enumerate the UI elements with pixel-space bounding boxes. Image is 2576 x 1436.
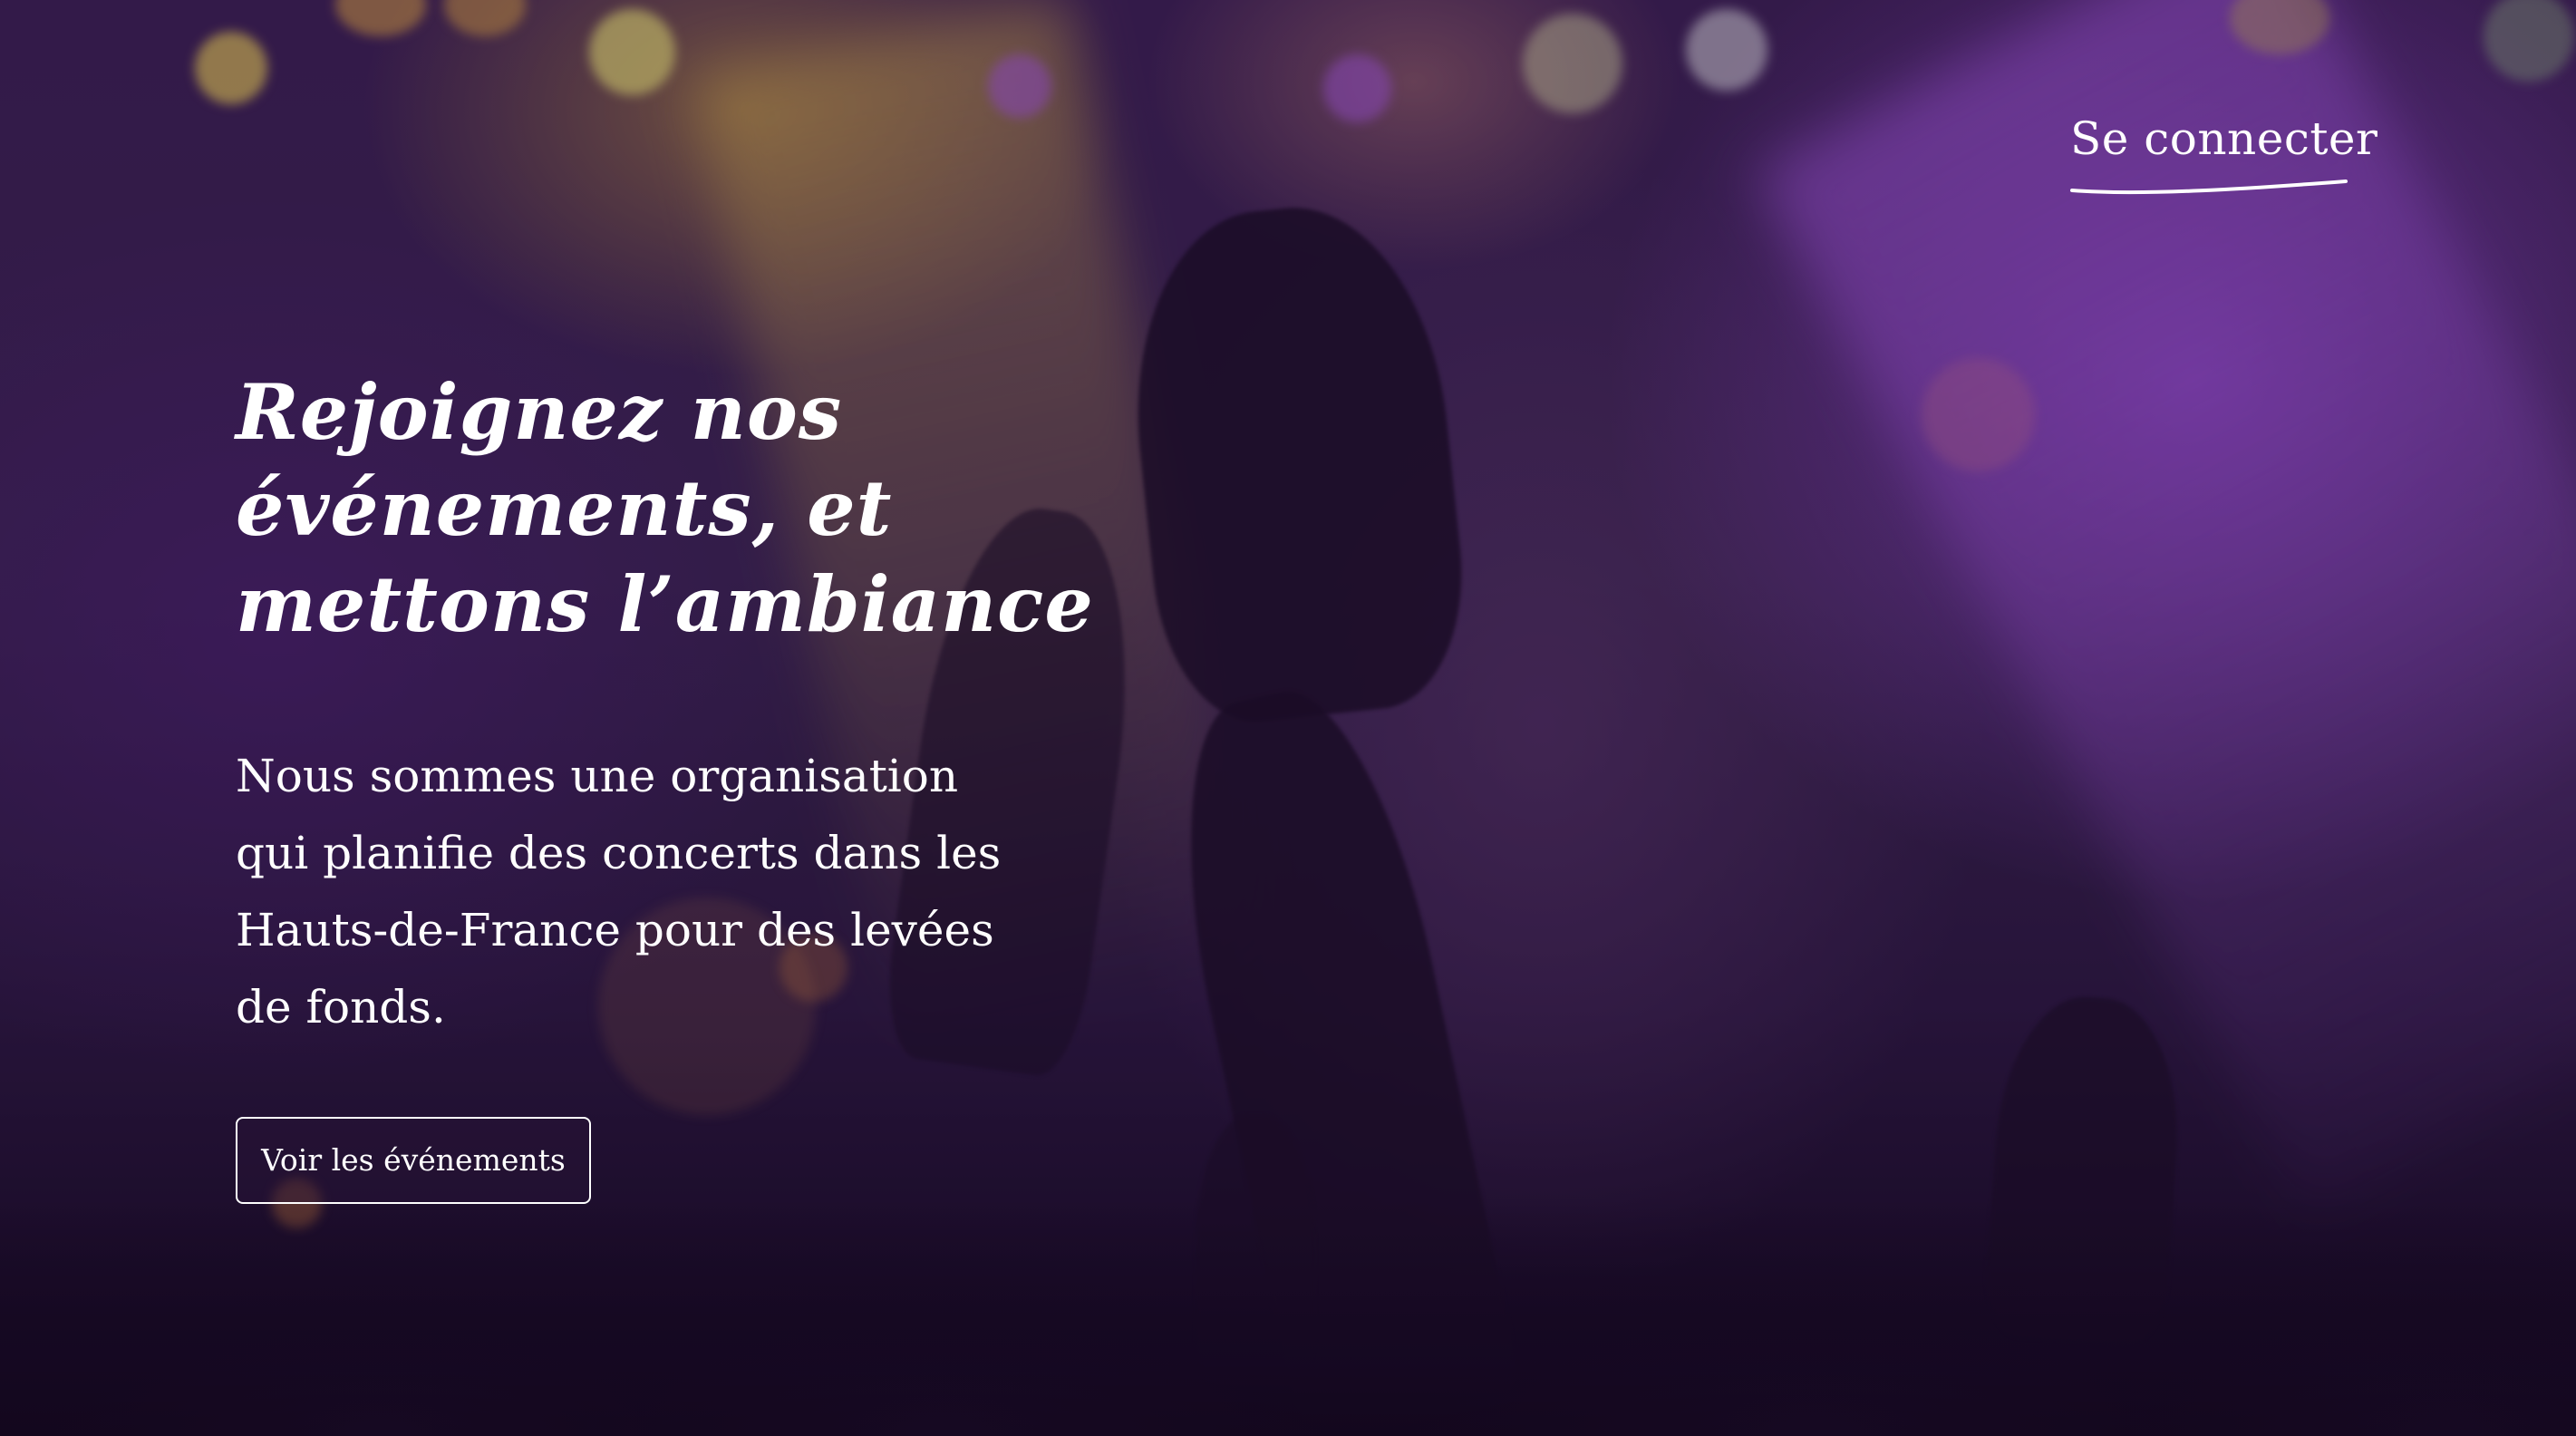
hero-section: Rejoignez nos événements, et mettons l’a… [236, 364, 1142, 1204]
landing-page: Se connecter Rejoignez nos événements, e… [0, 0, 2576, 1436]
view-events-button[interactable]: Voir les événements [236, 1117, 591, 1204]
login-underline-decoration [2070, 180, 2348, 195]
hero-description: Nous sommes une organisation qui planifi… [236, 750, 1002, 1033]
login-link[interactable]: Se connecter [2070, 112, 2377, 165]
hero-title: Rejoignez nos événements, et mettons l’a… [236, 367, 1094, 649]
